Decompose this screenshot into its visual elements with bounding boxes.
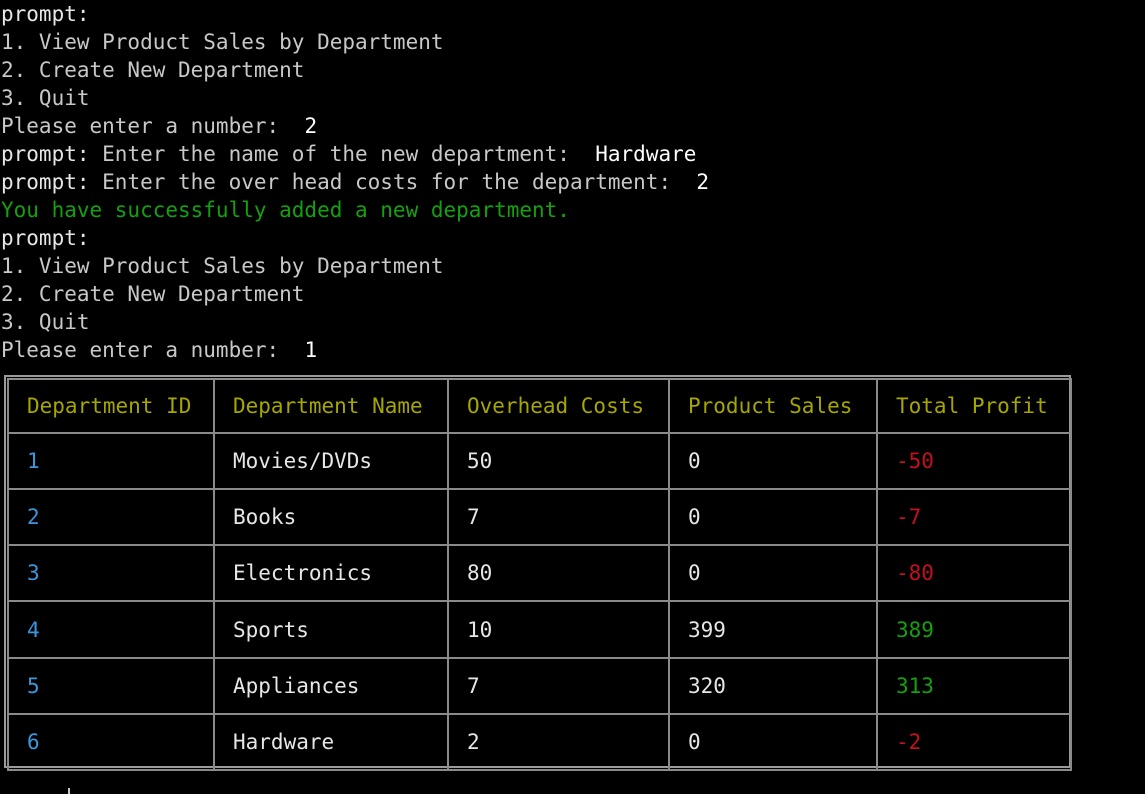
table-header-row: Department ID Department Name Overhead C… — [7, 378, 1072, 434]
cell-department-id: 5 — [7, 656, 215, 715]
terminal-output: prompt: 1. View Product Sales by Departme… — [0, 0, 1145, 364]
line-text: 2. Create New Department — [1, 282, 305, 306]
cell-department-id: 1 — [7, 431, 215, 491]
cell-overhead-costs: 10 — [447, 600, 670, 659]
success-message: You have successfully added a new depart… — [1, 198, 570, 222]
cell-department-name: Movies/DVDs — [213, 431, 449, 491]
user-input-value: 2 — [696, 170, 710, 194]
cell-department-id: 2 — [7, 488, 215, 547]
cell-department-name: Electronics — [213, 544, 449, 603]
header-department-id: Department ID — [7, 378, 215, 434]
header-overhead-costs: Overhead Costs — [447, 378, 670, 434]
table-row: 2 Books 7 0 -7 — [7, 488, 1072, 547]
cell-product-sales: 0 — [668, 544, 878, 603]
terminal-line: prompt: Enter the over head costs for th… — [0, 168, 1145, 196]
cell-department-name: Sports — [213, 600, 449, 659]
input-line[interactable] — [0, 780, 200, 794]
prompt-label: prompt: — [1, 142, 90, 166]
cell-department-id: 4 — [7, 600, 215, 659]
table-row: 5 Appliances 7 320 313 — [7, 656, 1072, 715]
cell-overhead-costs: 7 — [447, 488, 670, 547]
cell-department-name: Hardware — [213, 712, 449, 772]
line-text: Please enter a number: — [1, 114, 305, 138]
prompt-label: prompt: — [1, 2, 90, 26]
department-table-frame: Department ID Department Name Overhead C… — [4, 375, 1072, 772]
table-row: 6 Hardware 2 0 -2 — [7, 712, 1072, 772]
text-cursor — [68, 788, 70, 794]
user-input-value: 1 — [304, 338, 318, 362]
cell-department-id: 3 — [7, 544, 215, 603]
cell-overhead-costs: 2 — [447, 712, 670, 772]
prompt-label: prompt: — [1, 170, 90, 194]
terminal-line: 1. View Product Sales by Department — [0, 28, 1145, 56]
user-input-value: Hardware — [595, 142, 697, 166]
cell-department-id: 6 — [7, 712, 215, 772]
line-text: 1. View Product Sales by Department — [1, 254, 444, 278]
cell-total-profit: -2 — [876, 712, 1072, 772]
cell-total-profit: -7 — [876, 488, 1072, 547]
cell-department-name: Appliances — [213, 656, 449, 715]
line-text: Enter the name of the new department: — [89, 142, 596, 166]
terminal-line: prompt: — [0, 0, 1145, 28]
line-text: 2. Create New Department — [1, 58, 305, 82]
department-table: Department ID Department Name Overhead C… — [7, 378, 1072, 772]
terminal-line: 2. Create New Department — [0, 56, 1145, 84]
cell-total-profit: -50 — [876, 431, 1072, 491]
line-text: Enter the over head costs for the depart… — [89, 170, 697, 194]
cell-total-profit: 389 — [876, 600, 1072, 659]
line-text: 3. Quit — [1, 310, 90, 334]
cell-overhead-costs: 7 — [447, 656, 670, 715]
terminal-line: You have successfully added a new depart… — [0, 196, 1145, 224]
table-row: 4 Sports 10 399 389 — [7, 600, 1072, 659]
cell-product-sales: 320 — [668, 656, 878, 715]
cell-total-profit: 313 — [876, 656, 1072, 715]
cell-department-name: Books — [213, 488, 449, 547]
terminal-line: 2. Create New Department — [0, 280, 1145, 308]
terminal-line: Please enter a number: 1 — [0, 336, 1145, 364]
terminal-line: prompt: Enter the name of the new depart… — [0, 140, 1145, 168]
header-department-name: Department Name — [213, 378, 449, 434]
cell-overhead-costs: 50 — [447, 431, 670, 491]
terminal-line: 3. Quit — [0, 308, 1145, 336]
line-text: Please enter a number: — [1, 338, 305, 362]
cell-product-sales: 0 — [668, 712, 878, 772]
cell-overhead-costs: 80 — [447, 544, 670, 603]
terminal-line: 1. View Product Sales by Department — [0, 252, 1145, 280]
line-text: 1. View Product Sales by Department — [1, 30, 444, 54]
terminal-line: Please enter a number: 2 — [0, 112, 1145, 140]
cell-product-sales: 0 — [668, 431, 878, 491]
header-product-sales: Product Sales — [668, 378, 878, 434]
line-text: 3. Quit — [1, 86, 90, 110]
cell-product-sales: 0 — [668, 488, 878, 547]
prompt-label: prompt: — [1, 226, 90, 250]
terminal-window: prompt: 1. View Product Sales by Departme… — [0, 0, 1145, 794]
cell-product-sales: 399 — [668, 600, 878, 659]
table-row: 1 Movies/DVDs 50 0 -50 — [7, 431, 1072, 491]
table-body: 1 Movies/DVDs 50 0 -50 2 Books 7 0 -7 3 Electronics… — [7, 431, 1072, 772]
terminal-line: 3. Quit — [0, 84, 1145, 112]
header-total-profit: Total Profit — [876, 378, 1072, 434]
user-input-value: 2 — [304, 114, 318, 138]
terminal-line: prompt: — [0, 224, 1145, 252]
cell-total-profit: -80 — [876, 544, 1072, 603]
table-row: 3 Electronics 80 0 -80 — [7, 544, 1072, 603]
